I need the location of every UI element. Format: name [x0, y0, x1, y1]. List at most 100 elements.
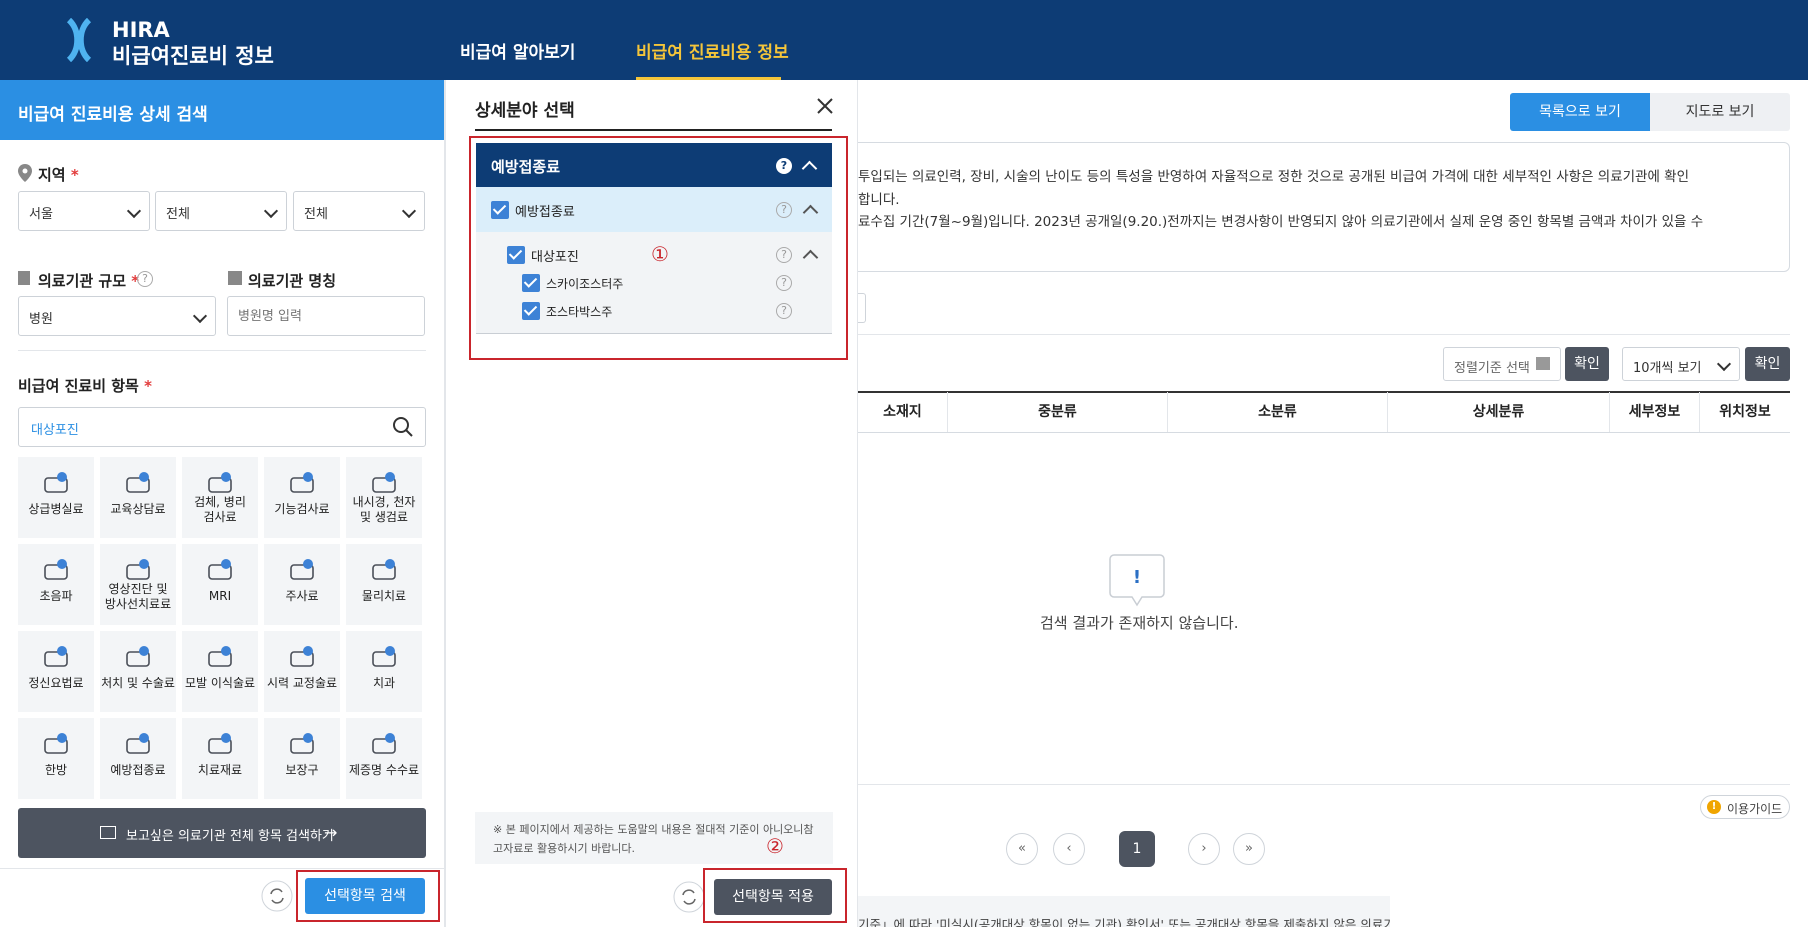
logo-title: HIRA: [112, 18, 170, 42]
category-counsel[interactable]: 교육상담료: [100, 457, 176, 538]
tooth-icon: [368, 642, 400, 674]
divider: [858, 334, 1790, 335]
category-injection[interactable]: 주사료: [264, 544, 340, 625]
info-box: [858, 142, 1790, 272]
category-label: MRI: [208, 589, 232, 603]
category-label: 제증명 수수료: [348, 763, 420, 777]
category-physio[interactable]: 물리치료: [346, 544, 422, 625]
folder-icon: [100, 826, 116, 839]
per-page-select[interactable]: 10개씩 보기: [1622, 347, 1740, 381]
map-view-button[interactable]: 지도로 보기: [1650, 93, 1790, 131]
category-label: 교육상담료: [110, 502, 166, 516]
modal-title: 상세분야 선택: [475, 101, 575, 121]
category-acupuncture[interactable]: 한방: [18, 718, 94, 799]
search-icon[interactable]: [392, 416, 414, 438]
help-icon[interactable]: ?: [137, 271, 153, 287]
chevron-down-icon: [1716, 356, 1732, 372]
reset-icon[interactable]: [673, 881, 705, 913]
nav-about[interactable]: 비급여 알아보기: [460, 38, 575, 63]
list-icon: [1536, 357, 1550, 370]
region-city-select[interactable]: 서울: [18, 191, 150, 231]
column-header: 상세분류: [1388, 392, 1610, 432]
category-vaccine[interactable]: 예방접종료: [100, 718, 176, 799]
mri-icon: [204, 555, 236, 587]
svg-text:!: !: [1133, 567, 1141, 588]
category-hair[interactable]: 모발 이식술료: [182, 631, 258, 712]
left-panel-title: 비급여 진료비용 상세 검색: [18, 105, 208, 125]
bed-icon: [40, 468, 72, 500]
alert-bubble-icon: !: [1109, 554, 1165, 607]
category-certificate[interactable]: 제증명 수수료: [346, 718, 422, 799]
per-page-confirm-button[interactable]: 확인: [1745, 347, 1790, 381]
category-endoscope[interactable]: 내시경, 천자 및 생검료: [346, 457, 422, 538]
info-line: 합니다.: [858, 192, 900, 208]
column-header: 소분류: [1168, 392, 1388, 432]
category-material[interactable]: 치료재료: [182, 718, 258, 799]
hospital-icon: [228, 271, 242, 285]
vaccine-icon: [122, 729, 154, 761]
category-ultrasound[interactable]: 초음파: [18, 544, 94, 625]
category-label: 초음파: [39, 589, 73, 603]
category-mri[interactable]: MRI: [182, 544, 258, 625]
category-mental[interactable]: 정신요법료: [18, 631, 94, 712]
logo-subtitle: 비급여진료비 정보: [112, 44, 274, 68]
hospital-name-input[interactable]: [227, 296, 425, 336]
category-function[interactable]: 기능검사료: [264, 457, 340, 538]
highlight-box-3: [296, 870, 440, 922]
chevron-down-icon: [192, 308, 208, 324]
region-town-select[interactable]: 전체: [293, 191, 425, 231]
mental-icon: [40, 642, 72, 674]
counsel-icon: [122, 468, 154, 500]
category-bed[interactable]: 상급병실료: [18, 457, 94, 538]
category-label: 예방접종료: [110, 763, 166, 777]
category-label: 기능검사료: [274, 502, 330, 516]
nav-cost-info[interactable]: 비급여 진료비용 정보: [636, 38, 789, 63]
footer-notice: 기준」에 따라 '미실시(공개대상 항목이 없는 기관) 확인서' 또는 공개대…: [858, 896, 1390, 927]
category-label: 내시경, 천자 및 생검료: [352, 495, 416, 524]
empty-result-message: 검색 결과가 존재하지 않습니다.: [1040, 614, 1239, 632]
hair-icon: [204, 642, 236, 674]
next-page-icon[interactable]: ›: [1188, 833, 1220, 865]
divider: [858, 784, 1790, 785]
category-label: 치료재료: [197, 763, 243, 777]
last-page-icon[interactable]: »: [1233, 833, 1265, 865]
category-label: 주사료: [285, 589, 319, 603]
chevron-down-icon: [263, 203, 279, 219]
marker-2: ②: [766, 834, 784, 858]
category-label: 영상진단 및 방사선치료료: [104, 582, 172, 611]
prev-page-icon[interactable]: ‹: [1053, 833, 1085, 865]
close-icon[interactable]: [815, 96, 835, 116]
category-label: 물리치료: [361, 589, 407, 603]
all-items-search-button[interactable]: 보고싶은 의료기관 전체 항목 검색하기 →: [18, 808, 426, 858]
category-label: 보장구: [285, 763, 319, 777]
arrow-right-icon: →: [324, 823, 338, 842]
eye-icon: [286, 642, 318, 674]
category-tooth[interactable]: 치과: [346, 631, 422, 712]
region-label: 지역: [38, 166, 66, 184]
category-eye[interactable]: 시력 교정술료: [264, 631, 340, 712]
first-page-icon[interactable]: «: [1006, 833, 1038, 865]
injection-icon: [286, 555, 318, 587]
category-xray[interactable]: 영상진단 및 방사선치료료: [100, 544, 176, 625]
category-lab[interactable]: 검체, 병리 검사료: [182, 457, 258, 538]
input-edge[interactable]: [858, 293, 866, 323]
modal-title-divider: [475, 129, 832, 131]
function-icon: [286, 468, 318, 500]
category-wheelchair[interactable]: 보장구: [264, 718, 340, 799]
item-search-input[interactable]: 대상포진: [18, 407, 426, 447]
highlight-box-2: [703, 868, 847, 923]
list-view-button[interactable]: 목록으로 보기: [1510, 93, 1650, 131]
region-district-select[interactable]: 전체: [155, 191, 287, 231]
category-label: 검체, 병리 검사료: [194, 495, 246, 524]
hira-logo-icon[interactable]: [66, 18, 92, 62]
sort-confirm-button[interactable]: 확인: [1565, 347, 1609, 381]
category-label: 처치 및 수술료: [101, 676, 175, 690]
ultrasound-icon: [40, 555, 72, 587]
scale-select[interactable]: 병원: [18, 296, 216, 336]
page-number-active[interactable]: 1: [1119, 831, 1155, 867]
reset-icon[interactable]: [261, 880, 293, 912]
info-icon: !: [1707, 800, 1721, 814]
material-icon: [204, 729, 236, 761]
scale-label: 의료기관 규모: [38, 272, 127, 290]
category-surgery[interactable]: 처치 및 수술료: [100, 631, 176, 712]
